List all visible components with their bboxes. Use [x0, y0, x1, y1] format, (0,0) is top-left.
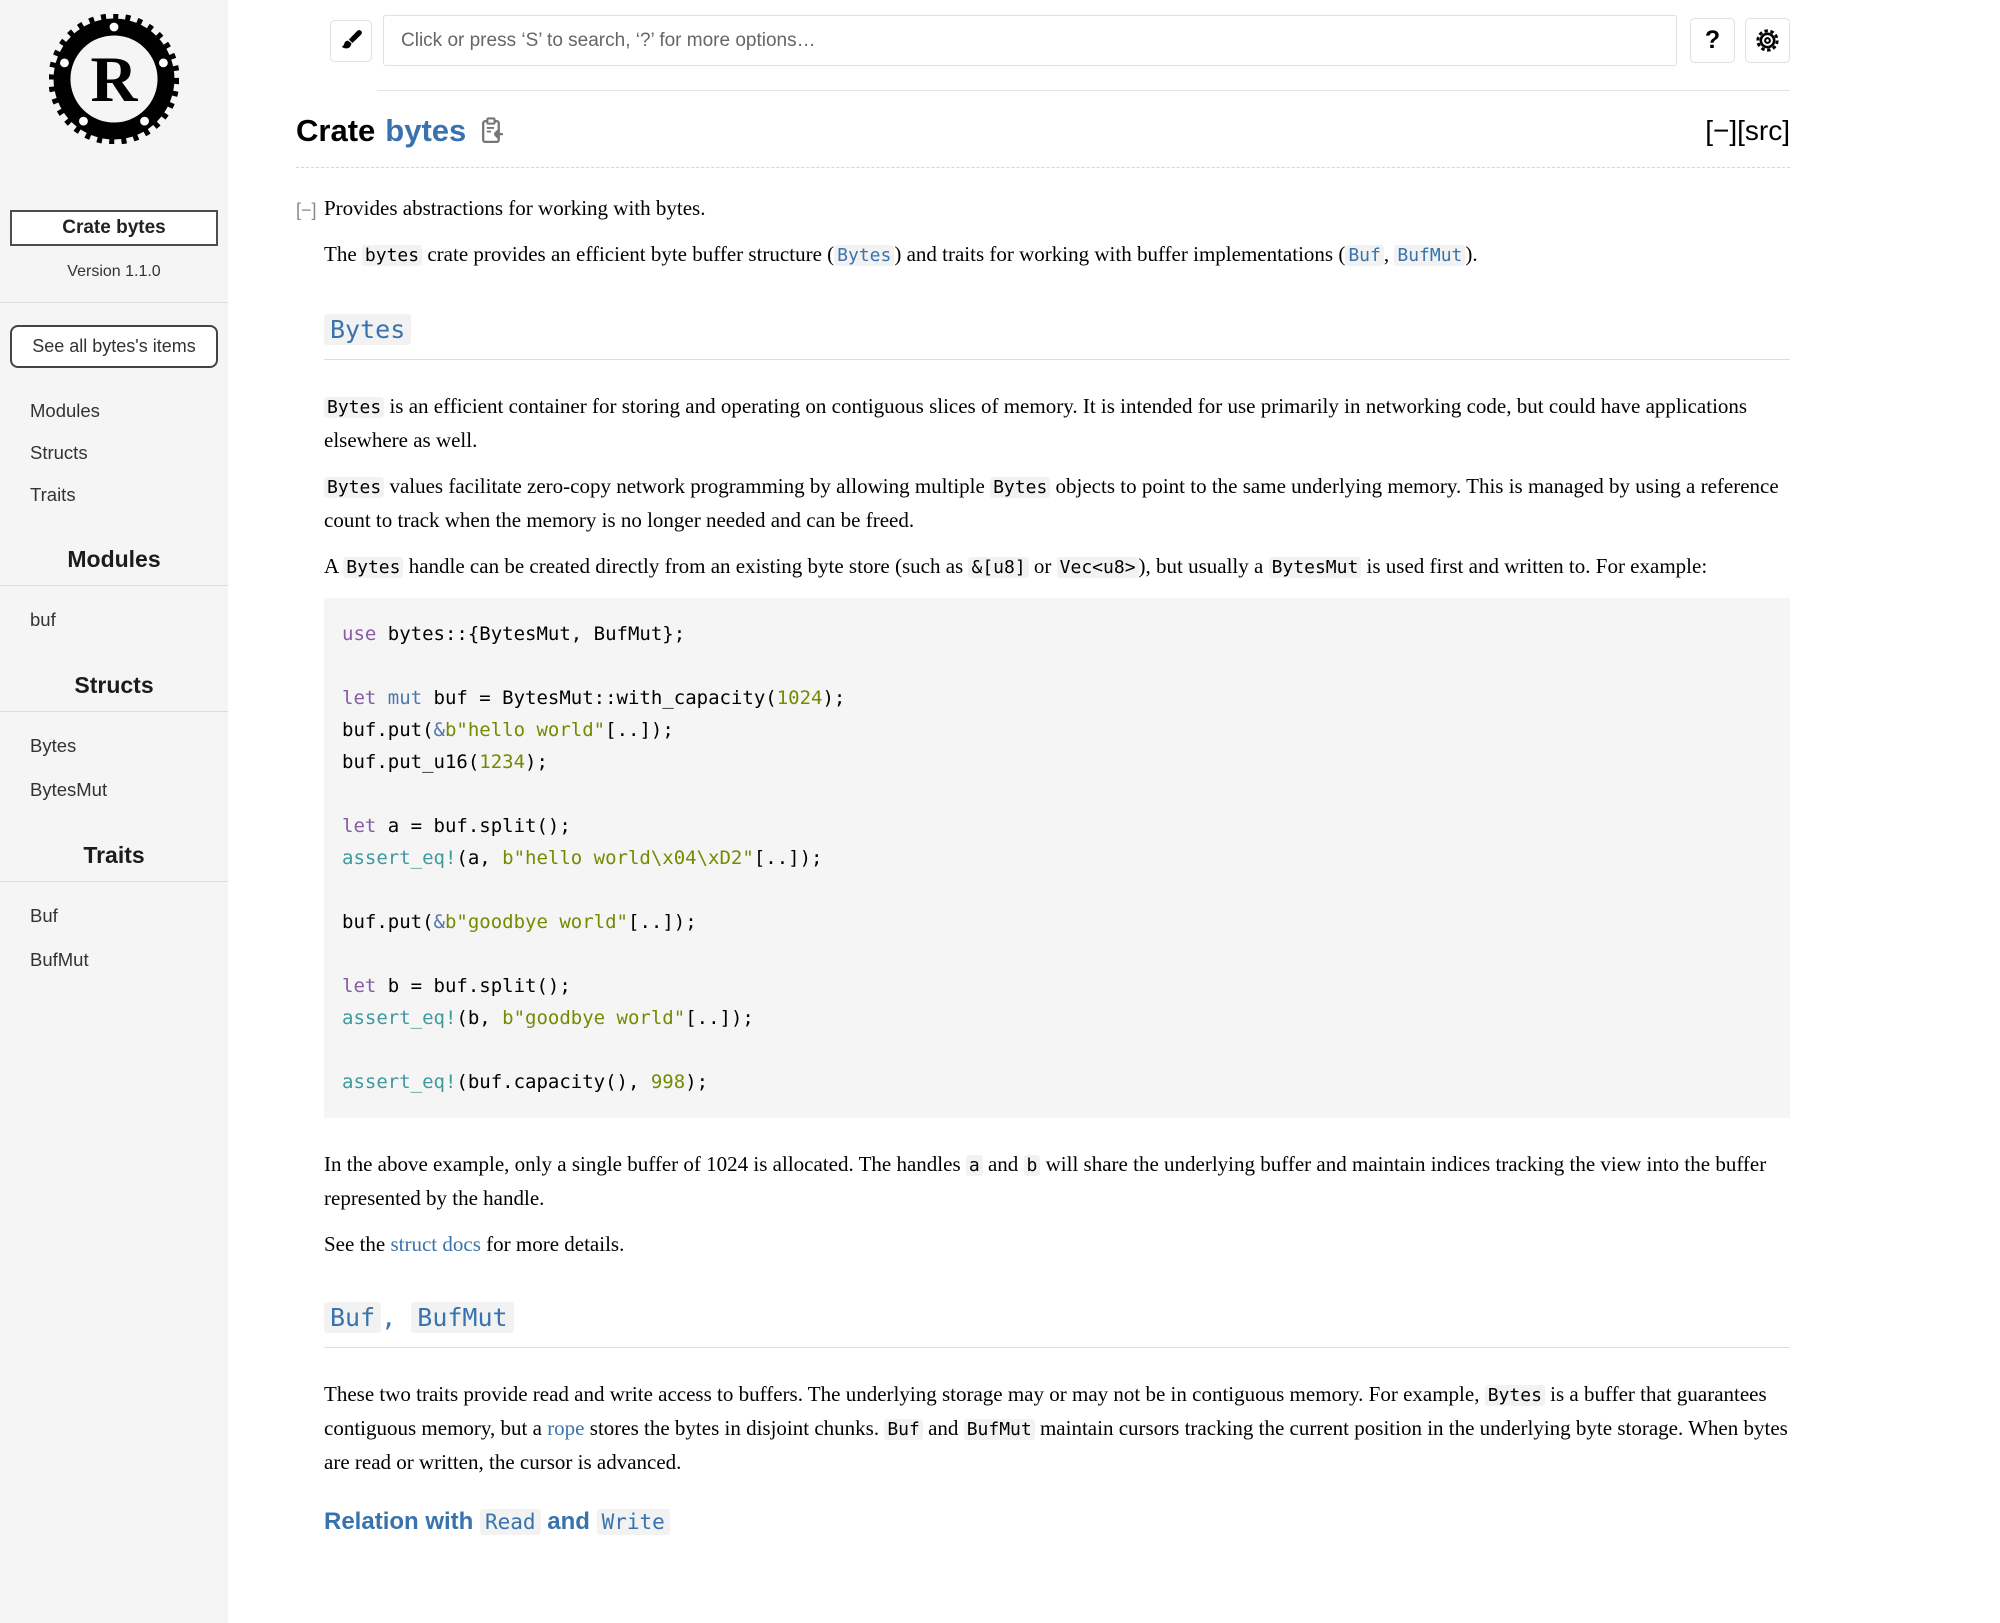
section-heading-bytes: Bytes [324, 314, 1790, 360]
paintbrush-icon [339, 28, 364, 53]
sidebar-block-modules: Modules buf [0, 546, 228, 642]
doc-paragraph: A Bytes handle can be created directly f… [324, 550, 1790, 584]
doc-inline-text: Bytes [990, 477, 1050, 498]
doc-paragraph: Bytes is an efficient container for stor… [324, 390, 1790, 456]
doc-inline-text: stores the bytes in disjoint chunks. [585, 1416, 885, 1440]
doc-inline-link[interactable]: Buf [324, 1302, 381, 1333]
doc-inline-text: Bytes [343, 557, 403, 578]
clipboard-icon [480, 117, 504, 145]
doc-inline-text: Bytes [1485, 1385, 1545, 1406]
theme-picker-button[interactable] [330, 20, 372, 62]
sidebar-item-bytes[interactable]: Bytes [0, 724, 228, 768]
sidebar-item-buf-trait[interactable]: Buf [0, 894, 228, 938]
code-example-block: use bytes::{BytesMut, BufMut}; let mut b… [324, 598, 1790, 1118]
doc-inline-text: A [324, 554, 343, 578]
doc-inline-text: and [923, 1416, 964, 1440]
crate-version: Version 1.1.0 [0, 263, 228, 281]
doc-inline-link[interactable]: rope [547, 1416, 584, 1440]
doc-inline-text: See the [324, 1232, 390, 1256]
doc-collapse-toggle[interactable]: [−] [296, 194, 317, 226]
doc-inline-text: Vec<u8> [1057, 557, 1139, 578]
see-all-items-button[interactable]: See all bytes's items [10, 325, 218, 368]
doc-inline-text: is an efficient container for storing an… [324, 394, 1747, 452]
sidebar-item-bytesmut[interactable]: BytesMut [0, 768, 228, 812]
sidebar-heading-structs: Structs [0, 672, 228, 712]
gear-icon [1754, 27, 1781, 54]
main-content: ? Crate bytes [ [228, 0, 2000, 1623]
doc-inline-text: ), but usually a [1139, 554, 1269, 578]
copy-path-button[interactable] [480, 117, 504, 145]
out-of-band: [−][src] [1705, 115, 1790, 147]
sidebar-link-traits[interactable]: Traits [0, 474, 228, 516]
doc-inline-text: Bytes [324, 477, 384, 498]
doc-paragraph: These two traits provide read and write … [324, 1378, 1790, 1478]
page-title-row: Crate bytes [−][src] [296, 113, 1790, 168]
doc-inline-text: &[u8] [968, 557, 1028, 578]
doc-inline-text: b [1024, 1155, 1041, 1176]
doc-inline-text: BufMut [964, 1419, 1035, 1440]
doc-inline-text: Buf [884, 1419, 923, 1440]
doc-inline-text: , [1384, 242, 1395, 266]
doc-inline-link[interactable]: struct docs [390, 1232, 480, 1256]
sidebar-divider [0, 302, 228, 303]
doc-inline-text: a [966, 1155, 983, 1176]
doc-inline-text: is used first and written to. For exampl… [1361, 554, 1707, 578]
doc-inline-link[interactable]: BufMut [411, 1302, 513, 1333]
sidebar-heading-traits: Traits [0, 842, 228, 882]
doc-paragraph: Bytes values facilitate zero-copy networ… [324, 470, 1790, 536]
doc-inline-text: , [381, 1303, 411, 1332]
doc-inline-text: or [1029, 554, 1057, 578]
doc-inline-text: bytes [362, 245, 422, 266]
page-title-crate-link[interactable]: bytes [385, 113, 466, 149]
doc-inline-link[interactable]: Bytes [324, 314, 411, 345]
doc-paragraph: See the struct docs for more details. [324, 1228, 1790, 1260]
search-divider [377, 90, 1790, 91]
page-title-prefix: Crate [296, 113, 375, 149]
doc-inline-text: handle can be created directly from an e… [403, 554, 968, 578]
doc-inline-text: BytesMut [1269, 557, 1362, 578]
doc-inline-link[interactable]: Bytes [834, 245, 894, 266]
doc-inline-text: crate provides an efficient byte buffer … [422, 242, 834, 266]
sidebar-block-structs: Structs Bytes BytesMut [0, 672, 228, 812]
doc-inline-link[interactable]: Write [597, 1509, 670, 1535]
sidebar-top-links: Modules Structs Traits [0, 390, 228, 516]
search-bar: ? [296, 15, 1790, 66]
rust-logo[interactable]: R [49, 14, 179, 149]
crate-location: Crate bytes [10, 210, 218, 246]
docblock: [−] Provides abstractions for working wi… [324, 192, 1790, 1538]
doc-inline-text: These two traits provide read and write … [324, 1382, 1485, 1406]
sidebar-link-structs[interactable]: Structs [0, 432, 228, 474]
svg-text:R: R [91, 44, 139, 116]
doc-inline-text: values facilitate zero-copy network prog… [384, 474, 990, 498]
sidebar-block-traits: Traits Buf BufMut [0, 842, 228, 982]
doc-inline-text: and [983, 1152, 1024, 1176]
doc-inline-link[interactable]: Buf [1345, 245, 1384, 266]
sidebar-item-bufmut-trait[interactable]: BufMut [0, 938, 228, 982]
doc-summary: Provides abstractions for working with b… [324, 196, 705, 220]
doc-inline-text: The [324, 242, 362, 266]
section-heading-relation-read-write: Relation with Read and Write [324, 1506, 1790, 1538]
doc-inline-text: Relation with [324, 1508, 480, 1535]
sidebar-item-buf-module[interactable]: buf [0, 598, 228, 642]
collapse-all-toggle[interactable]: [−] [1705, 115, 1737, 146]
help-button[interactable]: ? [1690, 18, 1735, 63]
search-input[interactable] [383, 15, 1677, 66]
doc-inline-text: ) and traits for working with buffer imp… [894, 242, 1345, 266]
doc-inline-link[interactable]: BufMut [1394, 245, 1465, 266]
doc-paragraph: In the above example, only a single buff… [324, 1148, 1790, 1214]
section-heading-buf-bufmut: Buf, BufMut [324, 1302, 1790, 1348]
settings-button[interactable] [1745, 18, 1790, 63]
doc-inline-text: Bytes [324, 397, 384, 418]
sidebar: R Crate bytes Version 1.1.0 See all byte… [0, 0, 228, 1623]
doc-inline-text: ). [1465, 242, 1477, 266]
doc-inline-text: for more details. [481, 1232, 624, 1256]
doc-paragraph-intro: The bytes crate provides an efficient by… [324, 238, 1790, 272]
rust-gear-logo-icon: R [49, 14, 179, 144]
doc-inline-text: In the above example, only a single buff… [324, 1152, 966, 1176]
sidebar-link-modules[interactable]: Modules [0, 390, 228, 432]
sidebar-heading-modules: Modules [0, 546, 228, 586]
doc-inline-link[interactable]: Read [480, 1509, 541, 1535]
doc-inline-text: and [541, 1508, 597, 1535]
src-link[interactable]: [src] [1737, 115, 1790, 146]
